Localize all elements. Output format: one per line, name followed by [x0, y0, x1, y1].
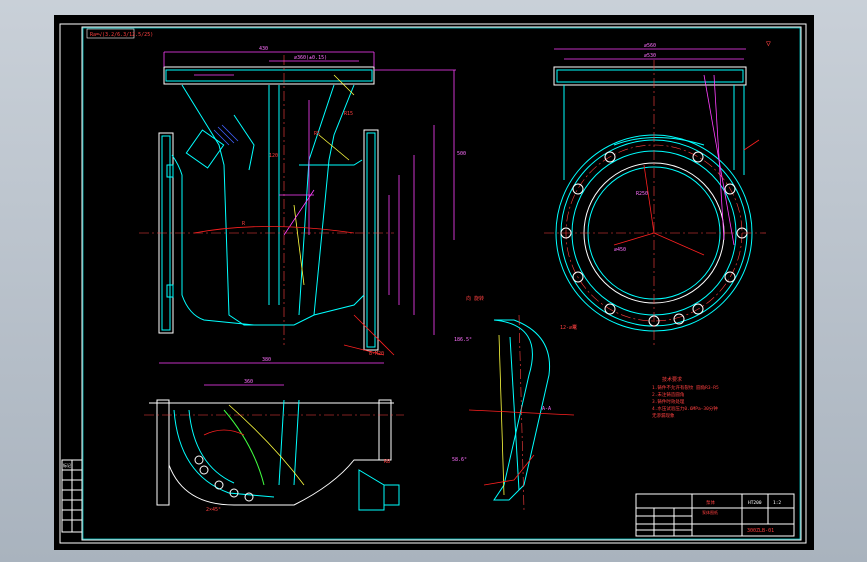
title-block: 泵体 泵体图纸 HT200 1:2 300ZLB-01 — [635, 493, 795, 537]
section-view: 360 2×45° R8 — [144, 379, 404, 513]
rotation-label: 向 旋转 — [466, 295, 484, 302]
angle-label-1: 186.5° — [454, 337, 472, 343]
svg-text:2×45°: 2×45° — [206, 507, 221, 513]
svg-text:360: 360 — [244, 379, 253, 385]
side-table-header: 标记 — [63, 462, 71, 468]
title-drawing-no: 300ZLB-01 — [747, 528, 774, 534]
cad-viewport[interactable]: Ra=√(3.2/6.3/12.5/25) ▽ 标记 430 ∅360(±0.1… — [54, 15, 814, 550]
title-scale: 1:2 — [773, 500, 781, 506]
corner-roughness-mark: ▽ — [766, 39, 771, 48]
svg-text:R8: R8 — [384, 459, 390, 465]
front-view: 430 ∅360(±0.15) 380 500 R R5 R15 120 8-M… — [139, 46, 466, 364]
dim-side-width: 380 — [262, 357, 271, 363]
svg-text:R15: R15 — [344, 111, 353, 117]
dim-flange-bolts: 12-∅鼍 — [560, 325, 577, 331]
tech-req-title: 技术要求 — [662, 376, 682, 383]
tech-req-line-4: 4.水压试验压力0.6MPa-30分钟 — [652, 405, 718, 412]
angle-label-2: 58.6° — [452, 457, 467, 463]
dim-bore-dia: ∅450 — [614, 247, 626, 253]
tech-req-line-3: 3.铸件时效处理 — [652, 398, 685, 405]
section-label: A-A — [542, 406, 551, 412]
dim-overall-width: 430 — [259, 46, 268, 52]
dim-top-dia: ∅560 — [644, 43, 656, 49]
tech-req-line-2: 2.未注铸造圆角 — [652, 391, 684, 398]
svg-text:8-M20: 8-M20 — [369, 351, 384, 357]
title-part-name: 泵体 — [706, 499, 715, 506]
svg-text:R5: R5 — [314, 131, 320, 137]
tech-req-line-5: 无渗漏现象 — [652, 412, 675, 419]
detail-view: 向 旋转 186.5° 58.6° A-A — [452, 295, 575, 511]
dim-height: 500 — [457, 151, 466, 157]
svg-text:120: 120 — [269, 153, 278, 159]
svg-text:R: R — [242, 221, 246, 227]
drawing-frame — [59, 23, 807, 544]
drawing-canvas: Ra=√(3.2/6.3/12.5/25) ▽ 标记 430 ∅360(±0.1… — [59, 23, 807, 544]
side-view: ∅560 ∅530 ∅450 R250 12-∅鼍 — [544, 43, 766, 345]
title-material: HT200 — [748, 500, 762, 506]
tech-req-line-1: 1.铸件不允许有裂纹 圆角R3-R5 — [652, 384, 719, 391]
dim-top-inner: ∅530 — [644, 53, 656, 59]
roughness-note-text: Ra=√(3.2/6.3/12.5/25) — [90, 32, 153, 38]
tech-requirements: 技术要求 1.铸件不允许有裂纹 圆角R3-R5 2.未注铸造圆角 3.铸件时效处… — [652, 376, 719, 419]
roughness-note: Ra=√(3.2/6.3/12.5/25) — [86, 28, 153, 39]
dim-radius: R250 — [636, 191, 648, 197]
dim-bore-width: ∅360(±0.15) — [294, 55, 327, 61]
title-company: 泵体图纸 — [702, 509, 718, 515]
side-table: 标记 — [61, 459, 83, 533]
